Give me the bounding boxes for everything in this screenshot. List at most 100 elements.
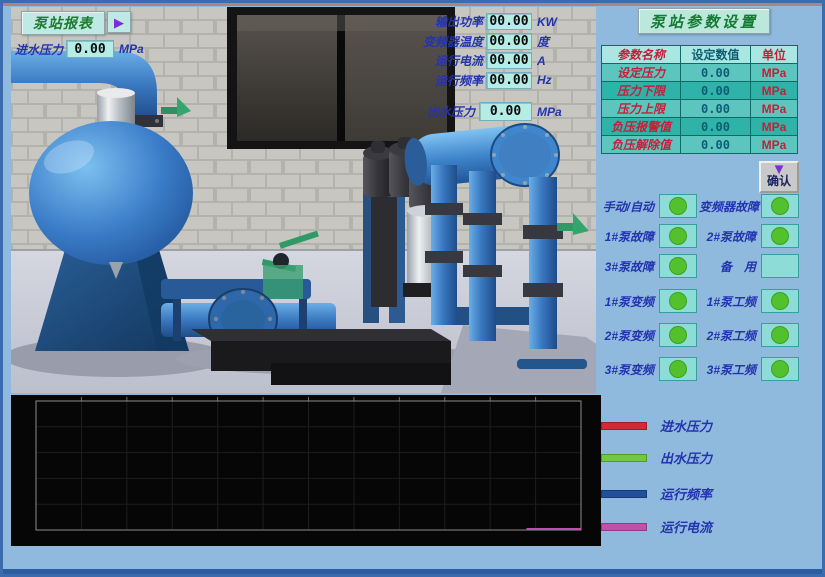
outlet-pressure-unit: MPa [537,105,562,119]
indicator-lamp-box [761,323,799,347]
lamp-icon [771,326,789,344]
setting-unit: MPa [751,82,798,100]
indicator-row: 2#泵变频 2#泵工频 [595,323,799,347]
indicator-row: 1#泵故障 2#泵故障 [595,224,799,248]
setting-unit: MPa [751,136,798,154]
setting-value[interactable]: 0.00 [681,136,751,154]
lamp-icon [771,227,789,245]
setting-unit: MPa [751,64,798,82]
trend-chart [11,395,601,546]
readout-unit: A [537,54,546,68]
indicator-lamp-box [761,254,799,278]
indicator-label: 2#泵变频 [595,327,657,344]
setting-name: 负压解除值 [602,136,681,154]
confirm-label: 确认 [767,175,791,188]
inlet-pressure-label: 进水压力 [15,41,63,58]
outlet-pressure-value: 0.00 [479,102,532,121]
setting-name: 设定压力 [602,64,681,82]
readout-row: 变频器温度 00.00 度 [415,33,557,50]
indicator-row: 手动/自动 变频器故障 [595,194,799,218]
col-header-value: 设定数值 [681,46,751,64]
readout-label: 运行频率 [415,72,483,89]
indicator-label: 变频器故障 [699,198,759,215]
col-header-unit: 单位 [751,46,798,64]
inlet-pressure-unit: MPa [119,42,144,56]
legend-item: 运行电流 [601,517,712,536]
readout-label: 运行电流 [415,52,483,69]
legend-color-bar [601,422,647,430]
indicator-lamp-box [659,289,697,313]
indicator-lamp-box [761,289,799,313]
readout-value: 00.00 [486,52,532,69]
indicator-label: 3#泵变频 [595,361,657,378]
setting-value[interactable]: 0.00 [681,100,751,118]
indicator-label: 2#泵故障 [699,228,759,245]
indicator-label: 1#泵变频 [595,293,657,310]
lamp-icon [669,197,687,215]
setting-name: 压力下限 [602,82,681,100]
indicator-label: 2#泵工频 [699,327,759,344]
lamp-icon [669,257,687,275]
indicator-row: 1#泵变频 1#泵工频 [595,289,799,313]
setting-value[interactable]: 0.00 [681,64,751,82]
readout-value: 00.00 [486,33,532,50]
settings-table-header-row: 参数名称 设定数值 单位 [602,46,798,64]
indicator-lamp-box [659,224,697,248]
indicator-lamp-box [659,254,697,278]
col-header-name: 参数名称 [602,46,681,64]
setting-name: 压力上限 [602,100,681,118]
readout-row: 运行频率 00.00 Hz [415,72,557,89]
indicator-label: 3#泵工频 [699,361,759,378]
indicator-lamp-box [659,194,697,218]
legend-color-bar [601,454,647,462]
readout-unit: Hz [537,73,552,87]
settings-table-body: 设定压力 0.00 MPa 压力下限 0.00 MPa 压力上限 0.00 MP… [602,64,798,154]
settings-table: 参数名称 设定数值 单位 设定压力 0.00 MPa 压力下限 0.00 MPa… [601,45,798,154]
readout-label: 变频器温度 [415,33,483,50]
bottom-edge-strip [3,569,822,574]
legend-item: 进水压力 [601,416,712,435]
legend-label: 运行电流 [660,517,712,536]
legend-color-bar [601,523,647,531]
lamp-icon [669,292,687,310]
lamp-icon [669,360,687,378]
settings-table-row: 设定压力 0.00 MPa [602,64,798,82]
report-button[interactable]: 泵站报表 [21,11,105,35]
lamp-icon [669,227,687,245]
legend-color-bar [601,490,647,498]
confirm-button[interactable]: ▼ 确认 [759,161,799,193]
indicator-lamp-box [659,357,697,381]
indicator-row: 3#泵变频 3#泵工频 [595,357,799,381]
indicator-lamp-box [761,357,799,381]
settings-table-row: 负压解除值 0.00 MPa [602,136,798,154]
indicator-label: 1#泵故障 [595,228,657,245]
setting-unit: MPa [751,118,798,136]
inlet-pressure-value: 0.00 [66,40,114,58]
legend-label: 出水压力 [660,448,712,467]
legend-item: 出水压力 [601,448,712,467]
readout-value: 00.00 [486,13,532,30]
readout-row: 输出功率 00.00 KW [415,13,557,30]
readout-unit: 度 [537,33,549,50]
setting-value[interactable]: 0.00 [681,118,751,136]
settings-panel-title: 泵站参数设置 [638,8,770,34]
indicator-lamp-box [659,323,697,347]
lamp-icon [771,360,789,378]
lamp-icon [771,197,789,215]
indicator-row: 3#泵故障 备 用 [595,254,799,278]
play-icon[interactable]: ▶ [107,11,131,33]
pump-station-3d-view: 泵站报表 ▶ 进水压力 0.00 MPa 输出功率 00.00 KW 变频器温度… [11,7,596,393]
readout-unit: KW [537,15,557,29]
trend-chart-grid [11,395,601,546]
indicator-lamp-box [761,194,799,218]
lamp-icon [771,292,789,310]
legend-label: 进水压力 [660,416,712,435]
readout-value: 00.00 [486,72,532,89]
setting-name: 负压报警值 [602,118,681,136]
outlet-pressure-label: 出水压力 [415,103,475,120]
indicator-label: 1#泵工频 [699,293,759,310]
readout-label: 输出功率 [415,13,483,30]
readout-row: 运行电流 00.00 A [415,52,557,69]
setting-value[interactable]: 0.00 [681,82,751,100]
settings-table-row: 压力下限 0.00 MPa [602,82,798,100]
